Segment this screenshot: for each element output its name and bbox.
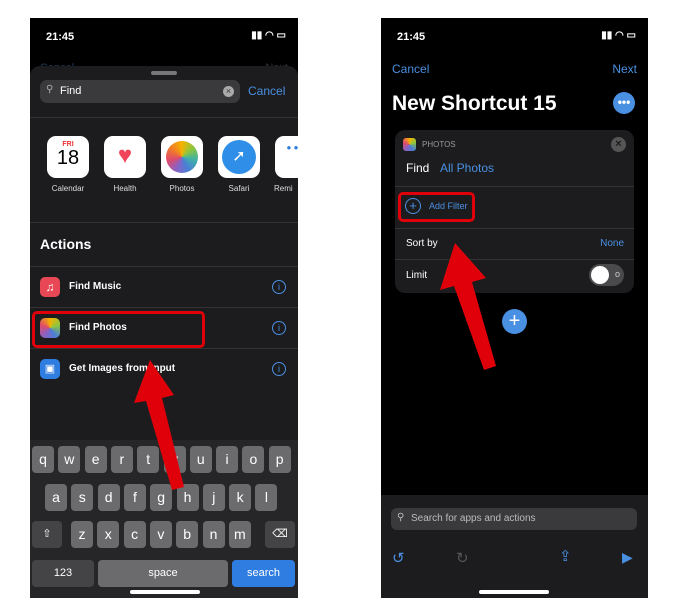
annotation-arrows (134, 243, 496, 490)
red-arrow-left (134, 360, 184, 490)
red-arrow-right (440, 243, 496, 370)
